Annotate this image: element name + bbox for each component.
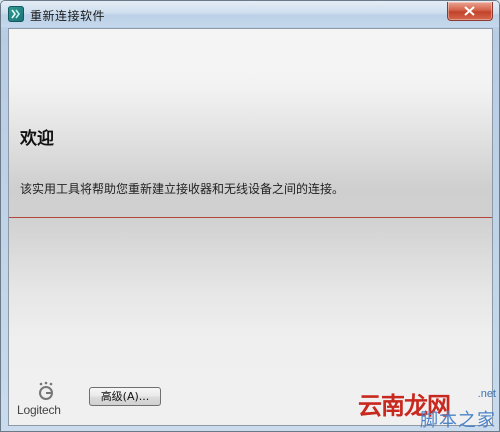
window-title: 重新连接软件 — [30, 9, 106, 23]
logitech-logo-icon — [39, 381, 53, 400]
logitech-logo-text: Logitech — [17, 403, 61, 417]
site-watermark: 云南龙网 .net 脚本之家 — [358, 386, 498, 431]
close-button[interactable] — [447, 2, 493, 21]
reconnect-software-window: 重新连接软件 欢迎 该实用工具将帮助您重新建立接收器和无线设备之间的连接。 Lo… — [0, 0, 500, 432]
title-bar[interactable]: 重新连接软件 — [1, 1, 499, 27]
watermark-sub-text: 脚本之家 — [420, 410, 496, 431]
advanced-button[interactable]: 高级(A)... — [89, 387, 161, 406]
logitech-logo: Logitech — [17, 381, 77, 421]
page-title: 欢迎 — [20, 129, 54, 149]
wizard-content: 欢迎 该实用工具将帮助您重新建立接收器和无线设备之间的连接。 Logitech … — [8, 28, 493, 426]
close-icon — [464, 6, 475, 16]
watermark-domain-text: .net — [477, 388, 496, 400]
divider-line — [9, 217, 492, 218]
logitech-app-icon — [8, 6, 24, 22]
welcome-description: 该实用工具将帮助您重新建立接收器和无线设备之间的连接。 — [20, 182, 345, 196]
